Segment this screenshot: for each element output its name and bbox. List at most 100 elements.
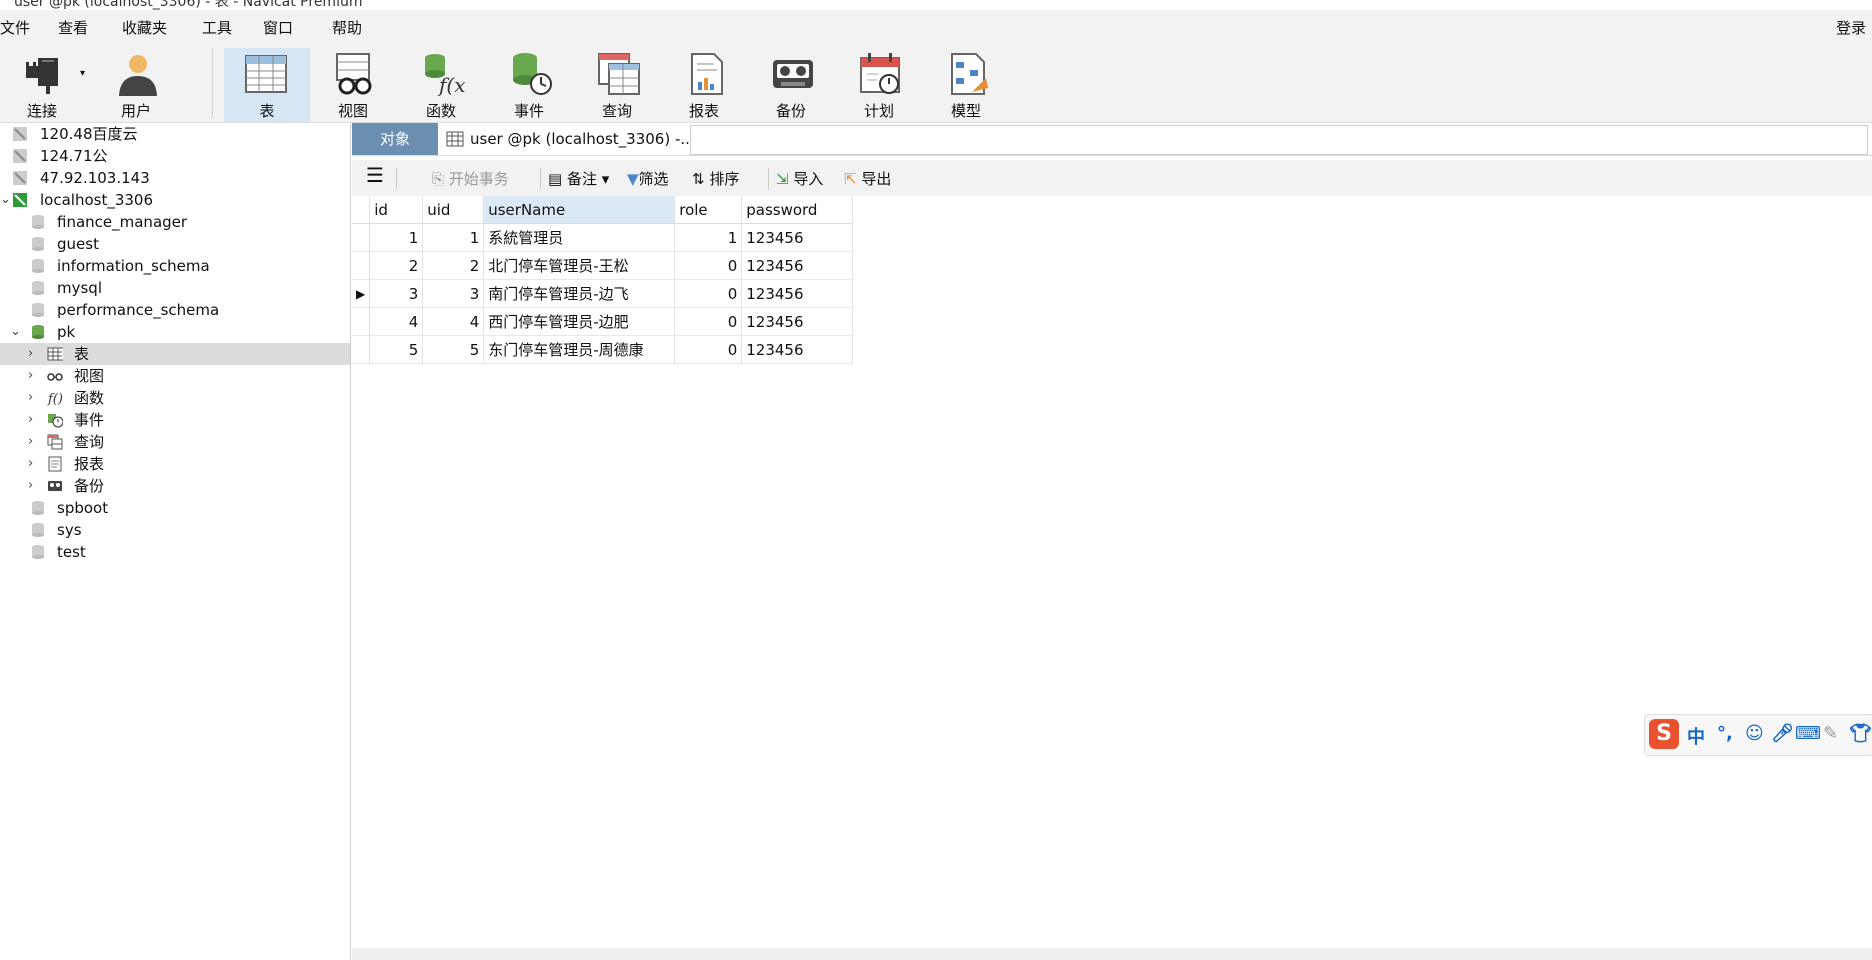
toolbar-user-button[interactable]: 用户	[96, 48, 176, 122]
tree-connection-localhost[interactable]: ⌄ localhost_3306	[0, 189, 350, 211]
cell-id[interactable]: 3	[369, 279, 424, 308]
tree-pk-queries[interactable]: › 查询	[0, 431, 350, 453]
chevron-right-icon[interactable]: ›	[28, 475, 33, 497]
login-link[interactable]: 登录	[1836, 17, 1866, 38]
row-header[interactable]	[352, 307, 371, 336]
cell-id[interactable]: 4	[369, 307, 424, 336]
tree-database-item[interactable]: information_schema	[0, 255, 350, 277]
current-row-marker-icon[interactable]: ▶	[352, 279, 371, 308]
tree-database-pk[interactable]: ⌄ pk	[0, 321, 350, 343]
cell-id[interactable]: 1	[369, 223, 424, 252]
keyboard-icon[interactable]: ⌨	[1795, 723, 1821, 744]
chevron-right-icon[interactable]: ›	[28, 453, 33, 475]
cell-role[interactable]: 0	[674, 307, 743, 336]
cell-role[interactable]: 0	[674, 251, 743, 280]
menu-tools[interactable]: 工具	[202, 17, 232, 38]
tree-pk-events[interactable]: › 事件	[0, 409, 350, 431]
menu-view[interactable]: 查看	[58, 17, 88, 38]
cell-username[interactable]: 系統管理员	[483, 223, 676, 252]
import-button[interactable]: ⇲ 导入	[776, 168, 823, 190]
toolbar-table-button[interactable]: 表	[224, 48, 310, 122]
column-header-password[interactable]: password	[741, 196, 854, 224]
cell-uid[interactable]: 4	[422, 307, 485, 336]
skin-icon[interactable]: 👕︎	[1849, 723, 1872, 744]
table-row[interactable]: 4 4 西门停车管理员-边肥 0 123456	[352, 307, 854, 336]
menu-window[interactable]: 窗口	[263, 17, 293, 38]
toolbar-function-button[interactable]: f(x) 函数	[401, 48, 481, 122]
tree-database-item[interactable]: test	[0, 541, 350, 563]
tab-objects[interactable]: 对象	[352, 123, 438, 155]
chevron-down-icon[interactable]: ⌄	[0, 189, 11, 211]
toolbar-view-button[interactable]: 视图	[313, 48, 393, 122]
tree-pk-tables[interactable]: › 表	[0, 343, 350, 365]
table-row-current[interactable]: ▶ 3 3 南门停车管理员-边飞 0 123456	[352, 279, 854, 308]
sort-button[interactable]: ⇅ 排序	[692, 168, 739, 190]
filter-button[interactable]: ▼筛选	[627, 168, 669, 190]
chevron-right-icon[interactable]: ›	[28, 343, 33, 365]
tree-database-item[interactable]: guest	[0, 233, 350, 255]
tree-connection-item[interactable]: 120.48百度云	[0, 123, 350, 145]
toolbox-icon[interactable]: ✎	[1823, 723, 1838, 744]
tree-database-item[interactable]: sys	[0, 519, 350, 541]
toolbar-backup-button[interactable]: 备份	[751, 48, 831, 122]
ime-toolbar[interactable]: S 中 °, ☺ 🎤︎ ⌨ ✎ 👕︎	[1644, 714, 1872, 756]
cell-username-editing[interactable]: 南门停车管理员-边飞	[483, 279, 676, 308]
tree-pk-views[interactable]: › 视图	[0, 365, 350, 387]
cell-username[interactable]: 东门停车管理员-周德康	[483, 335, 676, 364]
toolbar-report-button[interactable]: 报表	[664, 48, 744, 122]
table-row[interactable]: 5 5 东门停车管理员-周德康 0 123456	[352, 335, 854, 364]
menu-favorites[interactable]: 收藏夹	[122, 17, 167, 38]
cell-uid[interactable]: 3	[422, 279, 485, 308]
cell-password[interactable]: 123456	[741, 279, 854, 308]
cell-password[interactable]: 123456	[741, 223, 854, 252]
tree-database-item[interactable]: finance_manager	[0, 211, 350, 233]
chevron-down-icon[interactable]: ▾	[597, 170, 610, 188]
toolbar-query-button[interactable]: 查询	[577, 48, 657, 122]
cell-password[interactable]: 123456	[741, 251, 854, 280]
menu-help[interactable]: 帮助	[332, 17, 362, 38]
table-row[interactable]: 1 1 系統管理员 1 123456	[352, 223, 854, 252]
begin-transaction-button[interactable]: ⎘ 开始事务	[432, 168, 509, 190]
punctuation-icon[interactable]: °,	[1717, 723, 1733, 744]
export-button[interactable]: ⇱ 导出	[844, 168, 891, 190]
column-header-role[interactable]: role	[674, 196, 743, 224]
column-header-username[interactable]: userName	[483, 196, 676, 224]
chevron-right-icon[interactable]: ›	[28, 431, 33, 453]
tree-pk-reports[interactable]: › 报表	[0, 453, 350, 475]
tree-database-item[interactable]: performance_schema	[0, 299, 350, 321]
toolbar-schedule-button[interactable]: 计划	[839, 48, 919, 122]
cell-uid[interactable]: 5	[422, 335, 485, 364]
chevron-right-icon[interactable]: ›	[28, 387, 33, 409]
table-row[interactable]: 2 2 北门停车管理员-王松 0 123456	[352, 251, 854, 280]
chevron-right-icon[interactable]: ›	[28, 409, 33, 431]
cell-password[interactable]: 123456	[741, 307, 854, 336]
row-header[interactable]	[352, 335, 371, 364]
row-header[interactable]	[352, 251, 371, 280]
cell-role[interactable]: 1	[674, 223, 743, 252]
cell-uid[interactable]: 2	[422, 251, 485, 280]
ime-mode-label[interactable]: 中	[1687, 723, 1705, 749]
cell-role[interactable]: 0	[674, 335, 743, 364]
column-header-uid[interactable]: uid	[422, 196, 485, 224]
row-header[interactable]	[352, 223, 371, 252]
tree-pk-backups[interactable]: › 备份	[0, 475, 350, 497]
cell-uid[interactable]: 1	[422, 223, 485, 252]
memo-button[interactable]: ▤ 备注 ▾	[548, 168, 609, 190]
cell-id[interactable]: 5	[369, 335, 424, 364]
menu-icon[interactable]: ☰	[366, 164, 384, 186]
microphone-icon[interactable]: 🎤︎	[1771, 723, 1794, 744]
tree-pk-functions[interactable]: › f() 函数	[0, 387, 350, 409]
cell-username[interactable]: 西门停车管理员-边肥	[483, 307, 676, 336]
sogou-logo-icon[interactable]: S	[1649, 719, 1679, 749]
chevron-right-icon[interactable]: ›	[28, 365, 33, 387]
cell-password[interactable]: 123456	[741, 335, 854, 364]
tree-connection-item[interactable]: 124.71公	[0, 145, 350, 167]
cell-role[interactable]: 0	[674, 279, 743, 308]
emoji-icon[interactable]: ☺	[1745, 723, 1764, 744]
tree-database-item[interactable]: mysql	[0, 277, 350, 299]
toolbar-model-button[interactable]: 模型	[926, 48, 1006, 122]
chevron-down-icon[interactable]: ▾	[80, 68, 85, 79]
tree-database-item[interactable]: spboot	[0, 497, 350, 519]
cell-id[interactable]: 2	[369, 251, 424, 280]
toolbar-connect-button[interactable]: ▾ 连接	[2, 48, 85, 122]
